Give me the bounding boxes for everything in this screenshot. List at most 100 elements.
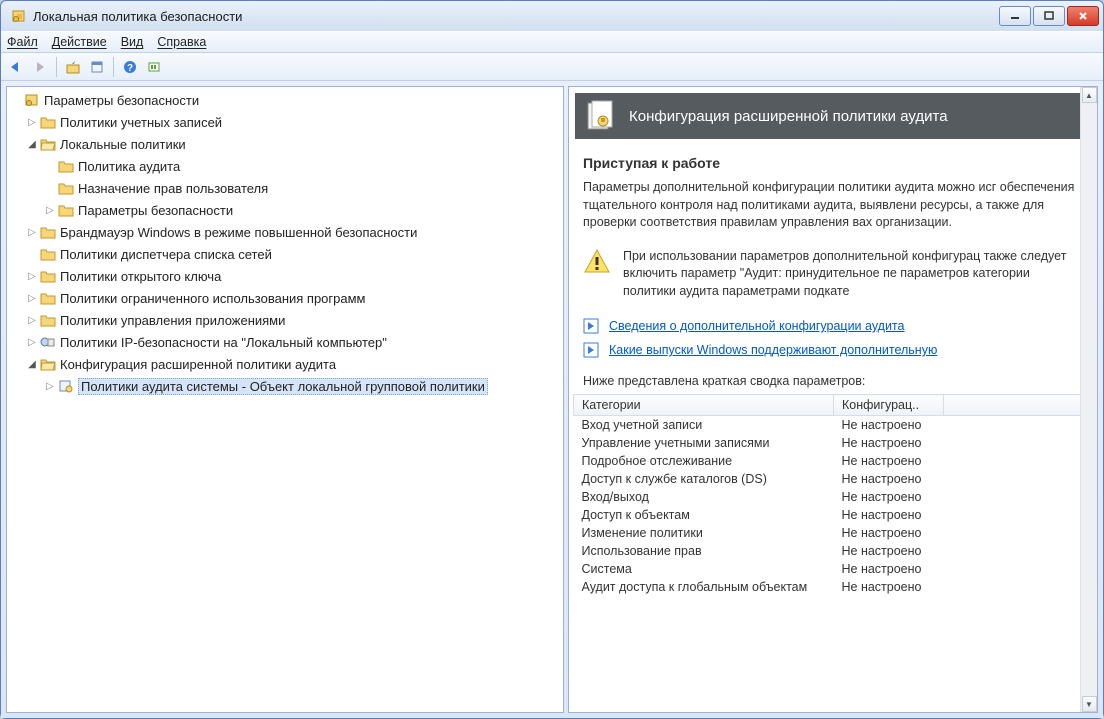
menu-view[interactable]: Вид — [121, 35, 144, 49]
warning-icon — [583, 248, 611, 274]
menubar: Файл Действие Вид Справка — [1, 31, 1103, 53]
cell-config: Не настроено — [834, 506, 944, 524]
expand-icon[interactable]: ▷ — [25, 227, 39, 238]
svg-text:?: ? — [127, 63, 133, 74]
ipsec-icon — [39, 334, 56, 350]
link-audit-details[interactable]: Сведения о дополнительной конфигурации а… — [609, 319, 904, 333]
table-row[interactable]: Доступ к службе каталогов (DS)Не настрое… — [574, 470, 1093, 488]
link-row-1: Сведения о дополнительной конфигурации а… — [569, 314, 1097, 338]
menu-action[interactable]: Действие — [52, 35, 107, 49]
summary-label: Ниже представлена краткая сводка парамет… — [569, 362, 1097, 394]
intro-text: Параметры дополнительной конфигурации по… — [569, 179, 1097, 242]
cell-config: Не настроено — [834, 578, 944, 596]
tree-label: Политики IP-безопасности на "Локальный к… — [60, 335, 387, 350]
warning-text: При использовании параметров дополнитель… — [623, 248, 1083, 301]
table-row[interactable]: Аудит доступа к глобальным объектамНе на… — [574, 578, 1093, 596]
expand-icon[interactable]: ▷ — [43, 381, 57, 392]
up-folder-button[interactable] — [62, 56, 84, 78]
cell-config: Не настроено — [834, 560, 944, 578]
tree-system-audit-policies[interactable]: ▷ Политики аудита системы - Объект локал… — [7, 375, 563, 397]
tree-app-control[interactable]: ▷ Политики управления приложениями — [7, 309, 563, 331]
expand-icon[interactable]: ▷ — [25, 117, 39, 128]
tree-public-key[interactable]: ▷ Политики открытого ключа — [7, 265, 563, 287]
summary-table: Категории Конфигурац.. Вход учетной запи… — [573, 394, 1093, 596]
scroll-up-button[interactable]: ▲ — [1082, 87, 1097, 103]
table-row[interactable]: Управление учетными записямиНе настроено — [574, 434, 1093, 452]
expand-icon[interactable]: ▷ — [25, 315, 39, 326]
expand-icon[interactable]: ▷ — [25, 293, 39, 304]
cell-config: Не настроено — [834, 488, 944, 506]
tree-network-list[interactable]: Политики диспетчера списка сетей — [7, 243, 563, 265]
tree-label: Политика аудита — [78, 159, 180, 174]
expand-icon[interactable]: ▷ — [43, 205, 57, 216]
tree-ipsec[interactable]: ▷ Политики IP-безопасности на "Локальный… — [7, 331, 563, 353]
table-row[interactable]: Подробное отслеживаниеНе настроено — [574, 452, 1093, 470]
titlebar[interactable]: Локальная политика безопасности — [1, 1, 1103, 31]
getting-started-heading: Приступая к работе — [569, 139, 1097, 179]
expand-icon[interactable]: ▷ — [25, 337, 39, 348]
table-row[interactable]: Вход учетной записиНе настроено — [574, 416, 1093, 435]
folder-icon — [39, 114, 56, 130]
cell-category: Вход/выход — [574, 488, 834, 506]
tree-audit-policy[interactable]: Политика аудита — [7, 155, 563, 177]
cell-config: Не настроено — [834, 542, 944, 560]
tree-label: Конфигурация расширенной политики аудита — [60, 357, 336, 372]
back-button[interactable] — [5, 56, 27, 78]
menu-file[interactable]: Файл — [7, 35, 38, 49]
cell-category: Система — [574, 560, 834, 578]
collapse-icon[interactable]: ◢ — [25, 139, 39, 150]
close-button[interactable] — [1067, 6, 1099, 26]
menu-help[interactable]: Справка — [157, 35, 206, 49]
cell-config: Не настроено — [834, 524, 944, 542]
export-button[interactable] — [143, 56, 165, 78]
minimize-button[interactable] — [999, 6, 1031, 26]
tree-account-policies[interactable]: ▷ Политики учетных записей — [7, 111, 563, 133]
tree-label: Параметры безопасности — [78, 203, 233, 218]
table-row[interactable]: СистемаНе настроено — [574, 560, 1093, 578]
forward-button[interactable] — [29, 56, 51, 78]
toolbar: ? — [1, 53, 1103, 81]
table-row[interactable]: Использование правНе настроено — [574, 542, 1093, 560]
cell-category: Управление учетными записями — [574, 434, 834, 452]
folder-icon — [39, 224, 56, 240]
properties-button[interactable] — [86, 56, 108, 78]
app-window: Локальная политика безопасности Файл Дей… — [0, 0, 1104, 719]
help-button[interactable]: ? — [119, 56, 141, 78]
collapse-icon[interactable]: ◢ — [25, 359, 39, 370]
cell-config: Не настроено — [834, 470, 944, 488]
audit-icon — [57, 378, 74, 394]
expand-icon[interactable]: ▷ — [25, 271, 39, 282]
col-categories[interactable]: Категории — [574, 395, 834, 416]
cell-category: Подробное отслеживание — [574, 452, 834, 470]
table-row[interactable]: Вход/выходНе настроено — [574, 488, 1093, 506]
cell-category: Вход учетной записи — [574, 416, 834, 435]
cell-category: Изменение политики — [574, 524, 834, 542]
link-windows-editions[interactable]: Какие выпуски Windows поддерживают допол… — [609, 343, 937, 357]
arrow-icon — [583, 342, 599, 358]
app-icon — [11, 8, 27, 24]
maximize-button[interactable] — [1033, 6, 1065, 26]
folder-icon — [39, 312, 56, 328]
folder-icon — [39, 246, 56, 262]
tree-security-options[interactable]: ▷ Параметры безопасности — [7, 199, 563, 221]
col-spacer — [944, 395, 1093, 416]
scroll-down-button[interactable]: ▼ — [1082, 696, 1097, 712]
tree-label: Политики управления приложениями — [60, 313, 285, 328]
tree-advanced-audit[interactable]: ◢ Конфигурация расширенной политики ауди… — [7, 353, 563, 375]
tree-software-restriction[interactable]: ▷ Политики ограниченного использования п… — [7, 287, 563, 309]
arrow-icon — [583, 318, 599, 334]
link-row-2: Какие выпуски Windows поддерживают допол… — [569, 338, 1097, 362]
vertical-scrollbar[interactable]: ▲ ▼ — [1080, 87, 1097, 712]
table-row[interactable]: Изменение политикиНе настроено — [574, 524, 1093, 542]
tree-local-policies[interactable]: ◢ Локальные политики — [7, 133, 563, 155]
tree-label: Политики ограниченного использования про… — [60, 291, 365, 306]
tree-firewall[interactable]: ▷ Брандмауэр Windows в режиме повышенной… — [7, 221, 563, 243]
tree-label: Политики аудита системы - Объект локальн… — [78, 378, 488, 395]
tree-label: Политики открытого ключа — [60, 269, 221, 284]
tree-root[interactable]: Параметры безопасности — [7, 89, 563, 111]
col-config[interactable]: Конфигурац.. — [834, 395, 944, 416]
table-row[interactable]: Доступ к объектамНе настроено — [574, 506, 1093, 524]
folder-open-icon — [39, 356, 56, 372]
tree-user-rights[interactable]: Назначение прав пользователя — [7, 177, 563, 199]
tree-panel: Параметры безопасности ▷ Политики учетны… — [6, 86, 564, 713]
